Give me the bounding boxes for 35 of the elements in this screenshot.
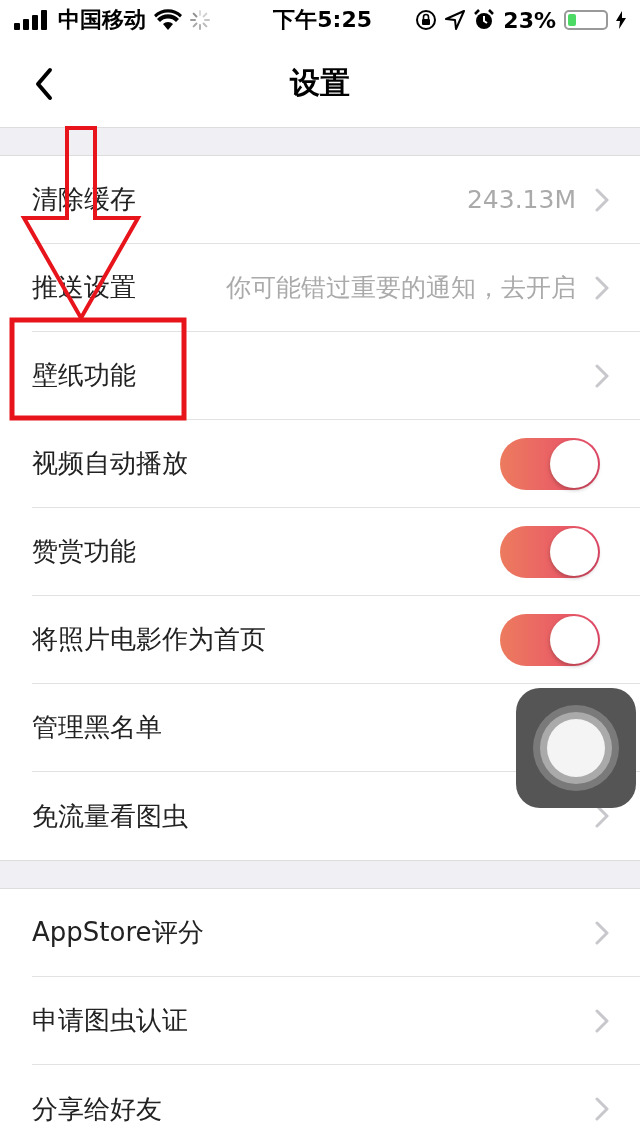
wifi-icon [154, 9, 182, 31]
settings-row[interactable]: AppStore评分 [32, 889, 640, 977]
row-label: 管理黑名单 [32, 711, 162, 744]
row-label: 壁纸功能 [32, 359, 136, 392]
battery-icon [564, 10, 608, 30]
row-label: 申请图虫认证 [32, 1004, 188, 1037]
row-label: 视频自动播放 [32, 447, 188, 480]
charging-bolt-icon [616, 11, 626, 29]
alarm-icon [473, 9, 496, 31]
settings-row[interactable]: 将照片电影作为首页 [32, 596, 640, 684]
toggle-switch[interactable] [500, 525, 600, 578]
settings-row[interactable]: 壁纸功能 [32, 332, 640, 420]
assistive-touch-button[interactable] [516, 688, 636, 808]
row-label: AppStore评分 [32, 916, 204, 949]
carrier-name: 中国移动 [58, 6, 146, 34]
row-label: 赞赏功能 [32, 535, 136, 568]
settings-row[interactable]: 视频自动播放 [32, 420, 640, 508]
row-value: 你可能错过重要的通知，去开启 [226, 272, 576, 304]
row-label: 将照片电影作为首页 [32, 623, 266, 656]
signal-icon [14, 10, 50, 30]
row-label: 免流量看图虫 [32, 799, 188, 833]
settings-row[interactable]: 申请图虫认证 [32, 977, 640, 1065]
location-icon [445, 10, 466, 30]
row-value: 243.13M [466, 185, 576, 214]
toggle-switch[interactable] [500, 437, 600, 490]
row-label: 分享给好友 [32, 1092, 162, 1126]
page-title: 设置 [290, 64, 350, 102]
settings-row[interactable]: 分享给好友 [32, 1065, 640, 1136]
rotation-lock-icon [415, 9, 438, 31]
toggle-switch[interactable] [500, 613, 600, 666]
settings-row[interactable]: 赞赏功能 [32, 508, 640, 596]
battery-percentage: 23% [503, 7, 556, 33]
status-time: 下午5:25 [273, 6, 373, 34]
loading-spinner-icon [190, 10, 210, 30]
settings-row[interactable]: 免流量看图虫 [32, 772, 640, 860]
